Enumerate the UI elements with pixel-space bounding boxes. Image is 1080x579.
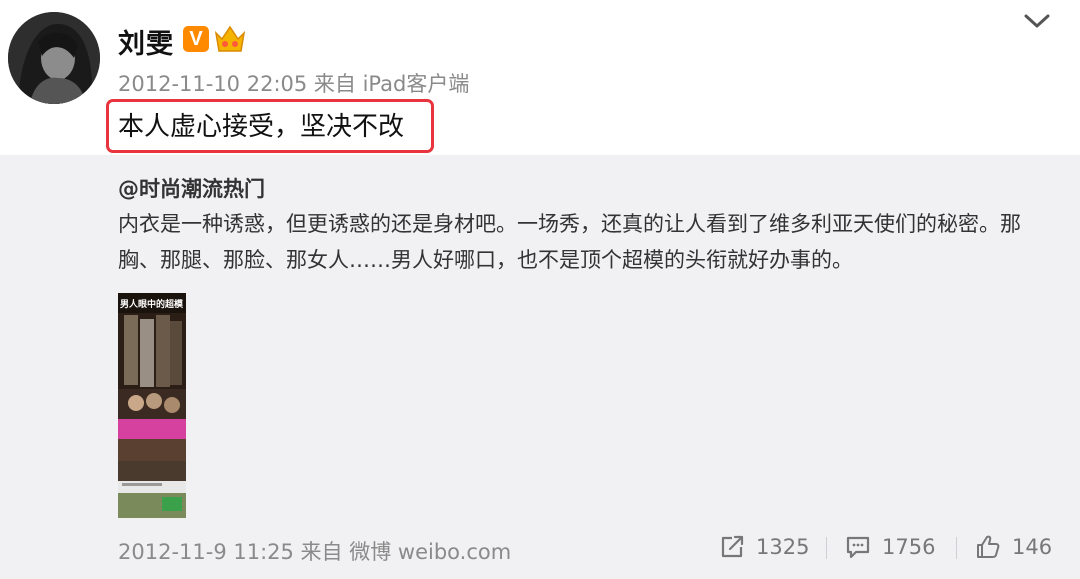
original-author-link[interactable]: @时尚潮流热门 [118,173,265,203]
image-caption: 男人眼中的超模 [120,298,184,310]
comment-button[interactable]: 1756 [844,530,935,564]
verified-icon: V [183,26,209,52]
like-icon [977,535,1000,558]
comment-icon [846,536,870,559]
crown-icon [213,23,247,55]
comment-count: 1756 [882,535,936,559]
author-name[interactable]: 刘雯 [118,22,174,61]
repost-button[interactable]: 1325 [718,530,809,564]
post-meta: 2012-11-10 22:05 来自 iPad客户端 [118,72,470,96]
chevron-down-icon[interactable] [1022,10,1052,32]
post-image[interactable]: 男人眼中的超模 [118,293,186,518]
original-post-text: 内衣是一种诱惑，但更诱惑的还是身材吧。一场秀，还真的让人看到了维多利亚天使们的秘… [118,212,1021,272]
repost-count: 1325 [756,535,810,559]
avatar[interactable] [8,12,100,104]
post-text: 本人虚心接受，坚决不改 [118,112,405,142]
like-count: 146 [1012,535,1053,559]
divider [956,537,957,559]
divider [826,537,827,559]
original-post-meta: 2012-11-9 11:25 来自 微博 weibo.com [118,540,512,564]
share-icon [721,535,744,558]
like-button[interactable]: 146 [974,530,1052,564]
